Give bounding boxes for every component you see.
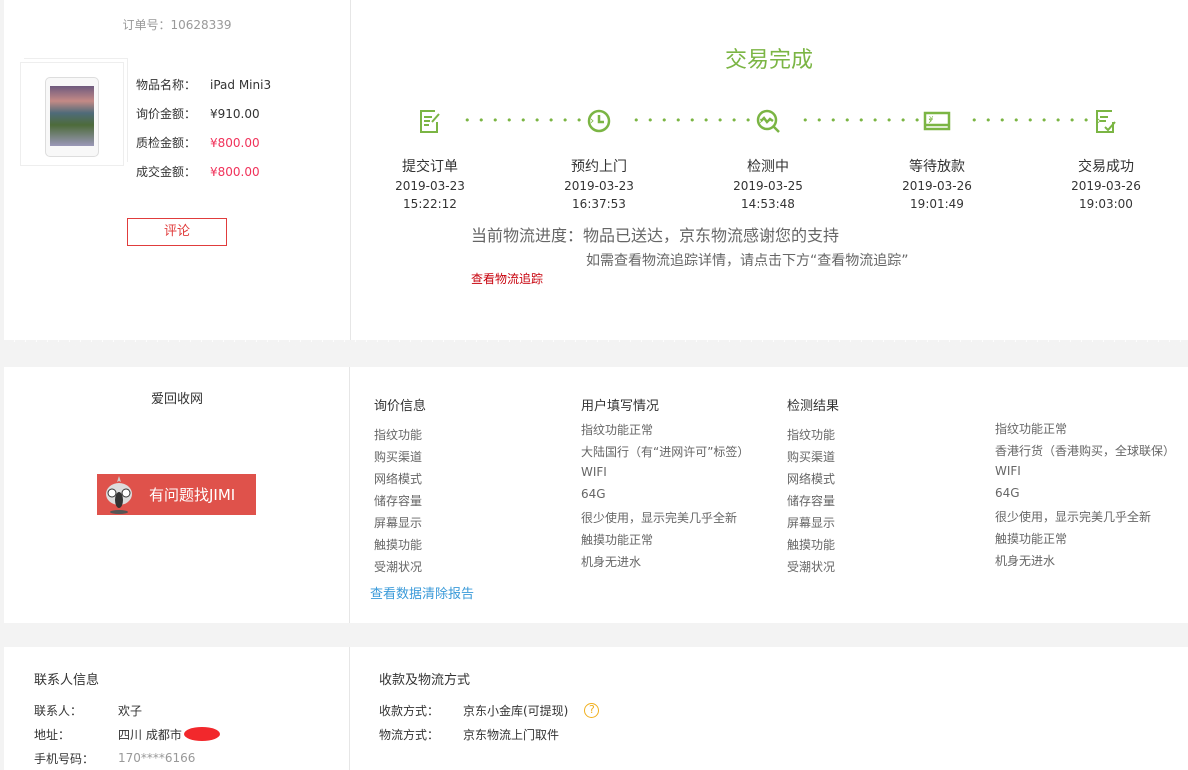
list-item: WIFI bbox=[581, 465, 607, 479]
field-label: 手机号码： bbox=[34, 751, 95, 766]
logistics-hint: 如需查看物流追踪详情，请点击下方“查看物流追踪” bbox=[586, 253, 909, 269]
field-label: 成交金额： bbox=[136, 165, 197, 179]
check-doc-icon bbox=[1096, 110, 1116, 133]
status-title: 交易完成 bbox=[724, 48, 813, 73]
result-column: 检测结果 指纹功能购买渠道网络模式储存容量屏幕显示触摸功能受潮状况 bbox=[787, 395, 839, 580]
svg-text:¥: ¥ bbox=[929, 115, 934, 123]
order-number: 订单号：10628339 bbox=[122, 18, 232, 32]
step-success: 交易成功 2019-03-26 19:03:00 bbox=[1056, 108, 1156, 212]
list-item: 很少使用，显示完美几乎全新 bbox=[995, 510, 1152, 524]
logistics-status: 当前物流进度：物品已送达，京东物流感谢您的支持 bbox=[471, 226, 840, 245]
help-icon[interactable]: ? bbox=[584, 702, 600, 718]
user-column: 用户填写情况 指纹功能正常大陆国行（有“进网许可”标签） WIFI 64G 很少使用，… bbox=[581, 395, 749, 575]
contact-section: 联系人信息 联系人： 欢子 地址： 四川 成都市 手机号码： 170****6166 bbox=[34, 669, 220, 770]
inspection-price: ¥800.00 bbox=[210, 135, 260, 150]
product-image bbox=[20, 62, 124, 166]
contact-address: 四川 成都市 bbox=[118, 727, 182, 742]
contact-phone: 170****6166 bbox=[118, 751, 196, 765]
track-logistics-link[interactable]: 查看物流追踪 bbox=[471, 270, 543, 287]
edit-doc-icon bbox=[420, 110, 440, 133]
step-date: 2019-03-23 bbox=[564, 179, 634, 193]
step-time: 16:37:53 bbox=[572, 197, 626, 211]
list-item: 屏幕显示 bbox=[374, 516, 423, 530]
list-item: 指纹功能 bbox=[787, 428, 836, 442]
product-info: 物品名称： iPad Mini3 询价金额： ¥910.00 质检金额： ¥800.0… bbox=[136, 70, 271, 186]
list-item: 受潮状况 bbox=[374, 560, 423, 574]
field-label: 联系人： bbox=[34, 703, 83, 718]
list-item: 网络模式 bbox=[787, 472, 836, 486]
inquiry-column: 询价信息 指纹功能购买渠道网络模式储存容量屏幕显示触摸功能受潮状况 bbox=[374, 395, 426, 580]
list-item: 机身无进水 bbox=[581, 555, 642, 569]
step-time: 15:22:12 bbox=[403, 197, 457, 211]
redaction-mark bbox=[183, 727, 220, 741]
list-item: 触摸功能正常 bbox=[581, 533, 654, 547]
list-item: 指纹功能 bbox=[374, 428, 423, 442]
list-item: 购买渠道 bbox=[374, 450, 423, 464]
product-name: iPad Mini3 bbox=[210, 77, 272, 92]
field-label: 物品名称： bbox=[136, 78, 197, 92]
inspection-card: 爱回收网 有问题找JIMI 询价信息 指纹功能购买渠道网络模式储存容量屏幕显示触… bbox=[4, 367, 1188, 623]
list-item: 购买渠道 bbox=[787, 450, 836, 464]
list-item: 香港行货（香港购买，全球联保） bbox=[995, 444, 1176, 458]
step-label: 提交订单 bbox=[402, 159, 458, 175]
jimi-mascot-icon bbox=[106, 476, 132, 514]
field-label: 物流方式： bbox=[379, 727, 440, 742]
list-item: 64G bbox=[581, 487, 606, 501]
step-time: 14:53:48 bbox=[741, 197, 795, 211]
step-date: 2019-03-25 bbox=[733, 179, 803, 193]
inspect-icon bbox=[756, 109, 780, 133]
section-title: 联系人信息 bbox=[34, 673, 100, 688]
list-item: 机身无进水 bbox=[995, 554, 1056, 568]
list-item: 屏幕显示 bbox=[787, 516, 836, 530]
data-wipe-report-link[interactable]: 查看数据清除报告 bbox=[370, 583, 474, 602]
step-date: 2019-03-23 bbox=[395, 179, 465, 193]
column-title: 询价信息 bbox=[374, 399, 427, 414]
site-name: 爱回收网 bbox=[150, 392, 203, 407]
contact-name: 欢子 bbox=[118, 703, 143, 718]
comment-button[interactable]: 评论 bbox=[127, 218, 227, 246]
list-item: 指纹功能正常 bbox=[995, 422, 1068, 436]
jimi-label: 有问题找JIMI bbox=[149, 486, 236, 504]
list-item: 指纹功能正常 bbox=[581, 423, 654, 437]
column-title: 检测结果 bbox=[787, 399, 840, 414]
step-date: 2019-03-26 bbox=[902, 179, 972, 193]
list-item: 64G bbox=[995, 486, 1020, 500]
list-item: 储存容量 bbox=[374, 494, 423, 508]
step-time: 19:01:49 bbox=[910, 197, 964, 211]
list-item: 很少使用，显示完美几乎全新 bbox=[581, 511, 738, 525]
list-item: 触摸功能 bbox=[374, 538, 423, 552]
inquiry-price: ¥910.00 bbox=[210, 106, 260, 121]
jimi-help-button[interactable]: 有问题找JIMI bbox=[97, 474, 256, 515]
list-item: 大陆国行（有“进网许可”标签） bbox=[581, 445, 750, 459]
result-values-column: 指纹功能正常香港行货（香港购买，全球联保） WIFI 64G 很少使用，显示完美几乎全… bbox=[995, 420, 1175, 574]
step-date: 2019-03-26 bbox=[1071, 179, 1141, 193]
list-item: 受潮状况 bbox=[787, 560, 836, 574]
step-label: 检测中 bbox=[747, 159, 789, 175]
clock-icon bbox=[587, 109, 611, 133]
field-label: 收款方式： bbox=[379, 703, 440, 718]
list-item: 触摸功能 bbox=[787, 538, 836, 552]
step-label: 预约上门 bbox=[571, 159, 627, 175]
field-label: 质检金额： bbox=[136, 136, 197, 150]
deal-price: ¥800.00 bbox=[210, 164, 260, 179]
step-label: 交易成功 bbox=[1078, 159, 1134, 175]
shipping-method: 京东物流上门取件 bbox=[463, 727, 560, 742]
column-title: 用户填写情况 bbox=[581, 399, 660, 414]
field-label: 询价金额： bbox=[136, 107, 197, 121]
order-card: 订单号：10628339 物品名称： iPad Mini3 询价金额： ¥910.0… bbox=[4, 0, 1188, 342]
list-item: 网络模式 bbox=[374, 472, 423, 486]
step-label: 等待放款 bbox=[909, 159, 965, 175]
payment-section: 收款及物流方式 收款方式： 京东小金库(可提现)? 物流方式： 京东物流上门取件 bbox=[379, 669, 600, 746]
section-title: 收款及物流方式 bbox=[379, 673, 471, 688]
list-item: WIFI bbox=[995, 464, 1021, 478]
list-item: 触摸功能正常 bbox=[995, 532, 1068, 546]
field-label: 地址： bbox=[34, 727, 71, 742]
card-icon: ¥ bbox=[923, 111, 951, 131]
list-item: 储存容量 bbox=[787, 494, 836, 508]
contact-card: 联系人信息 联系人： 欢子 地址： 四川 成都市 手机号码： 170****6166 … bbox=[4, 647, 1188, 770]
step-time: 19:03:00 bbox=[1079, 197, 1133, 211]
payment-method: 京东小金库(可提现) bbox=[463, 703, 569, 718]
